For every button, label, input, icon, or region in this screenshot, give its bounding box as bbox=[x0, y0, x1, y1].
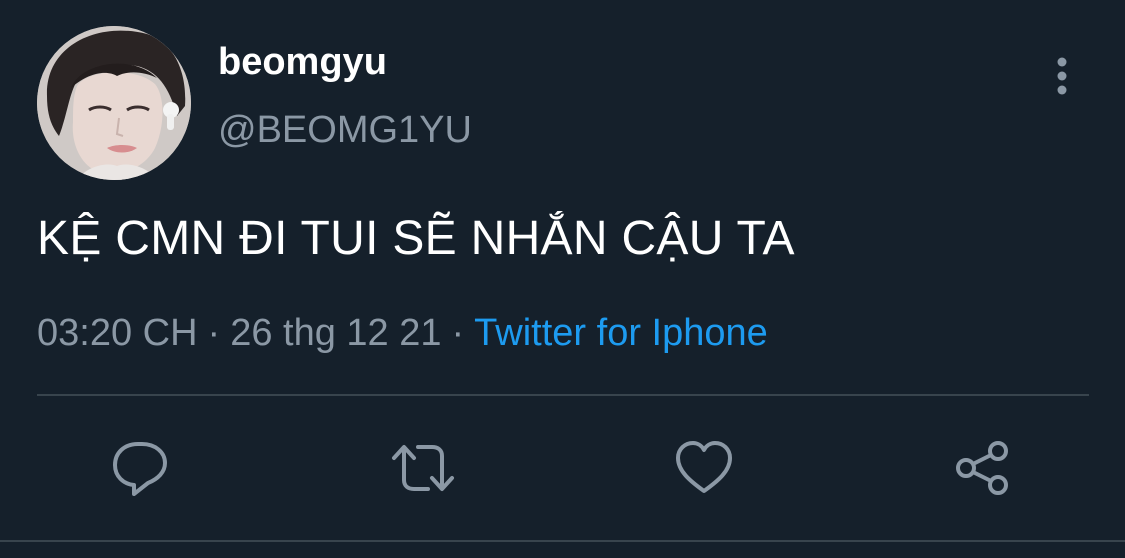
tweet-time[interactable]: 03:20 CH bbox=[37, 312, 198, 354]
tweet-detail: beomgyu @BEOMG1YU KỆ CMN ĐI TUI SẼ NHẮN … bbox=[0, 0, 1125, 558]
retweet-button[interactable] bbox=[388, 436, 454, 500]
meta-separator: · bbox=[207, 312, 221, 354]
user-handle[interactable]: @BEOMG1YU bbox=[218, 108, 472, 152]
heart-icon bbox=[676, 441, 732, 493]
display-name[interactable]: beomgyu bbox=[218, 40, 387, 84]
tweet-text: KỆ CMN ĐI TUI SẼ NHẮN CẬU TA bbox=[37, 212, 795, 265]
share-icon bbox=[956, 441, 1008, 495]
bottom-divider bbox=[0, 540, 1125, 542]
avatar[interactable] bbox=[37, 26, 191, 180]
tweet-metadata: 03:20 CH · 26 thg 12 21 · Twitter for Iphone bbox=[37, 310, 768, 356]
like-button[interactable] bbox=[672, 436, 736, 500]
more-vertical-icon bbox=[1057, 57, 1067, 95]
reply-button[interactable] bbox=[108, 436, 172, 500]
retweet-icon bbox=[392, 445, 454, 491]
more-options-button[interactable] bbox=[1046, 54, 1078, 98]
meta-separator: · bbox=[451, 312, 465, 354]
share-button[interactable] bbox=[952, 436, 1016, 500]
tweet-date[interactable]: 26 thg 12 21 bbox=[230, 312, 441, 354]
divider bbox=[37, 394, 1089, 396]
avatar-image bbox=[37, 26, 191, 180]
reply-icon bbox=[113, 442, 167, 496]
tweet-source-link[interactable]: Twitter for Iphone bbox=[474, 312, 768, 354]
